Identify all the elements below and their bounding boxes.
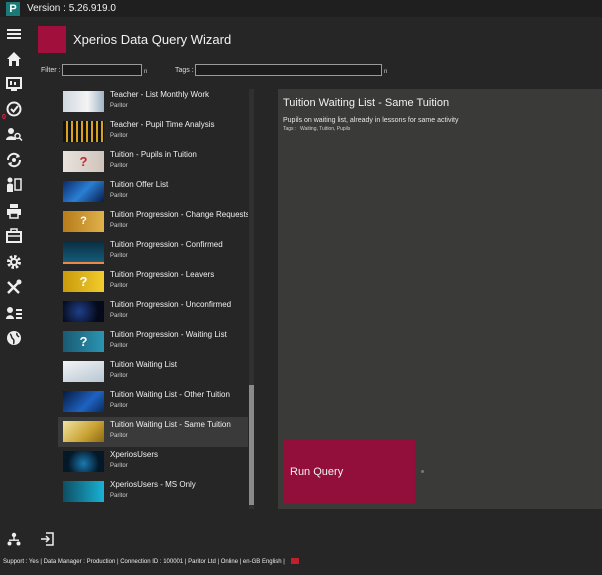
query-owner: Paritor: [110, 463, 128, 469]
run-query-button[interactable]: Run Query: [284, 440, 415, 504]
query-name: Tuition Offer List: [110, 180, 169, 189]
query-owner: Paritor: [110, 403, 128, 409]
query-owner: Paritor: [110, 283, 128, 289]
briefcase-icon[interactable]: [5, 227, 23, 245]
thumbnail-image: [63, 391, 104, 412]
dashboard-icon[interactable]: [5, 75, 23, 93]
panel-dot: [421, 470, 424, 473]
query-owner: Paritor: [110, 493, 128, 499]
query-owner: Paritor: [110, 193, 128, 199]
list-item[interactable]: XperiosUsers - MS Only Paritor: [58, 477, 248, 507]
query-name: Tuition Waiting List - Same Tuition: [110, 420, 231, 429]
thumbnail-image: [63, 361, 104, 382]
title-bar: P Version : 5.26.919.0: [0, 0, 602, 17]
query-name: Tuition Progression - Unconfirmed: [110, 300, 232, 309]
query-description: Pupils on waiting list, already in lesso…: [283, 117, 459, 124]
detail-tags-label: Tags :: [283, 126, 297, 132]
list-item[interactable]: Tuition Waiting List Paritor: [58, 357, 248, 387]
list-item[interactable]: Teacher - List Monthly Work Paritor: [58, 87, 248, 117]
query-owner: Paritor: [110, 343, 128, 349]
thumbnail-image: [63, 451, 104, 472]
list-item-selected[interactable]: Tuition Waiting List - Same Tuition Pari…: [58, 417, 248, 447]
query-owner: Paritor: [110, 253, 128, 259]
query-owner: Paritor: [110, 103, 128, 109]
clipboard-icon[interactable]: [5, 176, 23, 194]
thumbnail-image: [63, 121, 104, 142]
tags-input[interactable]: [195, 64, 382, 76]
filter-label: Filter :: [41, 67, 61, 74]
query-owner: Paritor: [110, 133, 128, 139]
list-item[interactable]: ? Tuition Progression - Waiting List Par…: [58, 327, 248, 357]
query-name: Tuition Progression - Confirmed: [110, 240, 223, 249]
query-name: Tuition Progression - Change Requests: [110, 210, 248, 219]
query-name: XperiosUsers: [110, 450, 159, 459]
scrollbar-thumb[interactable]: [249, 385, 254, 505]
list-item[interactable]: ? Tuition Progression - Change Requests …: [58, 207, 248, 237]
question-thumbnail-icon: ?: [63, 331, 104, 352]
question-thumbnail-icon: ?: [63, 271, 104, 292]
list-item[interactable]: XperiosUsers Paritor: [58, 447, 248, 477]
list-item[interactable]: Tuition Progression - Confirmed Paritor: [58, 237, 248, 267]
query-owner: Paritor: [110, 313, 128, 319]
menu-icon[interactable]: [5, 25, 23, 43]
tags-clear-icon[interactable]: n: [384, 69, 387, 75]
user-list-icon[interactable]: [5, 304, 23, 322]
page-title: Xperios Data Query Wizard: [73, 32, 232, 47]
query-name: Tuition Waiting List: [110, 360, 177, 369]
tools-icon[interactable]: [5, 278, 23, 296]
org-chart-icon[interactable]: [7, 532, 21, 546]
query-detail-panel: Tuition Waiting List - Same Tuition Pupi…: [278, 89, 602, 509]
flag-icon[interactable]: [290, 558, 299, 564]
thumbnail-image: [63, 301, 104, 322]
list-item[interactable]: Tuition Progression - Unconfirmed Parito…: [58, 297, 248, 327]
sync-icon[interactable]: [5, 151, 23, 169]
version-label: Version : 5.26.919.0: [27, 3, 116, 14]
globe-icon[interactable]: [5, 329, 23, 347]
app-logo: P: [6, 2, 20, 16]
query-name: Teacher - Pupil Time Analysis: [110, 120, 215, 129]
detail-tags: Waiting, Tuition, Pupils: [300, 126, 351, 132]
list-item[interactable]: Teacher - Pupil Time Analysis Paritor: [58, 117, 248, 147]
logout-icon[interactable]: [40, 532, 54, 546]
query-detail-title: Tuition Waiting List - Same Tuition: [283, 97, 450, 109]
list-scrollbar[interactable]: [249, 89, 254, 509]
list-item[interactable]: ? Tuition - Pupils in Tuition Paritor: [58, 147, 248, 177]
question-thumbnail-icon: ?: [63, 151, 104, 172]
list-item[interactable]: Tuition Offer List Paritor: [58, 177, 248, 207]
thumbnail-image: [63, 91, 104, 112]
thumbnail-image: [63, 421, 104, 442]
query-owner: Paritor: [110, 433, 128, 439]
query-owner: Paritor: [110, 223, 128, 229]
filter-input[interactable]: [62, 64, 142, 76]
query-name: Tuition - Pupils in Tuition: [110, 150, 197, 159]
query-owner: Paritor: [110, 163, 128, 169]
print-icon[interactable]: [5, 202, 23, 220]
people-search-icon[interactable]: [5, 125, 23, 143]
query-name: Tuition Waiting List - Other Tuition: [110, 390, 230, 399]
query-name: Tuition Progression - Waiting List: [110, 330, 227, 339]
navigation-rail: 0: [0, 17, 28, 557]
query-list: Teacher - List Monthly Work Paritor Teac…: [58, 87, 248, 512]
query-name: Teacher - List Monthly Work: [110, 90, 209, 99]
thumbnail-image: [63, 241, 104, 264]
thumbnail-image: [63, 481, 104, 502]
wizard-logo: [38, 26, 66, 53]
status-text: Support : Yes | Data Manager : Productio…: [3, 559, 285, 565]
list-item[interactable]: Tuition Waiting List - Other Tuition Par…: [58, 387, 248, 417]
filter-clear-icon[interactable]: n: [144, 69, 147, 75]
query-owner: Paritor: [110, 373, 128, 379]
tasks-icon[interactable]: [5, 100, 23, 118]
query-name: Tuition Progression - Leavers: [110, 270, 215, 279]
status-bar: Support : Yes | Data Manager : Productio…: [3, 558, 299, 565]
settings-icon[interactable]: [5, 253, 23, 271]
thumbnail-image: [63, 181, 104, 202]
home-icon[interactable]: [5, 50, 23, 68]
list-item[interactable]: ? Tuition Progression - Leavers Paritor: [58, 267, 248, 297]
tags-label: Tags :: [175, 67, 194, 74]
question-thumbnail-icon: ?: [63, 211, 104, 232]
query-name: XperiosUsers - MS Only: [110, 480, 196, 489]
